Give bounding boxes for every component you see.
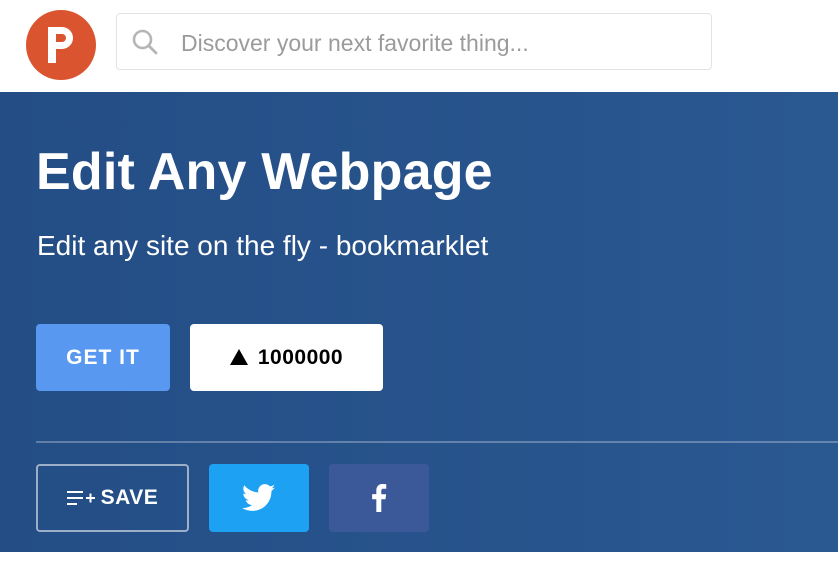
divider bbox=[36, 441, 838, 443]
product-hunt-logo[interactable] bbox=[26, 10, 96, 80]
save-label: SAVE bbox=[100, 486, 159, 509]
facebook-icon bbox=[372, 484, 387, 512]
page: Edit Any Webpage Edit any site on the fl… bbox=[0, 0, 838, 570]
page-title: Edit Any Webpage bbox=[36, 143, 493, 201]
upvote-triangle-icon bbox=[229, 348, 248, 365]
share-facebook-button[interactable] bbox=[329, 464, 429, 532]
logo-letter-icon bbox=[48, 27, 73, 63]
search-icon bbox=[132, 29, 158, 55]
hero-banner: Edit Any Webpage Edit any site on the fl… bbox=[0, 92, 838, 552]
get-it-button[interactable]: GET IT bbox=[36, 324, 170, 391]
search-box[interactable] bbox=[116, 13, 712, 70]
product-tagline: Edit any site on the fly - bookmarklet bbox=[37, 230, 489, 261]
top-bar bbox=[0, 0, 838, 92]
search-input[interactable] bbox=[179, 22, 703, 64]
share-twitter-button[interactable] bbox=[209, 464, 309, 532]
upvote-button[interactable]: 1000000 bbox=[190, 324, 383, 391]
twitter-icon bbox=[242, 484, 276, 511]
playlist-add-icon bbox=[66, 491, 95, 505]
save-button[interactable]: SAVE bbox=[36, 464, 189, 532]
get-it-label: GET IT bbox=[66, 345, 140, 369]
upvote-count: 1000000 bbox=[257, 345, 344, 369]
